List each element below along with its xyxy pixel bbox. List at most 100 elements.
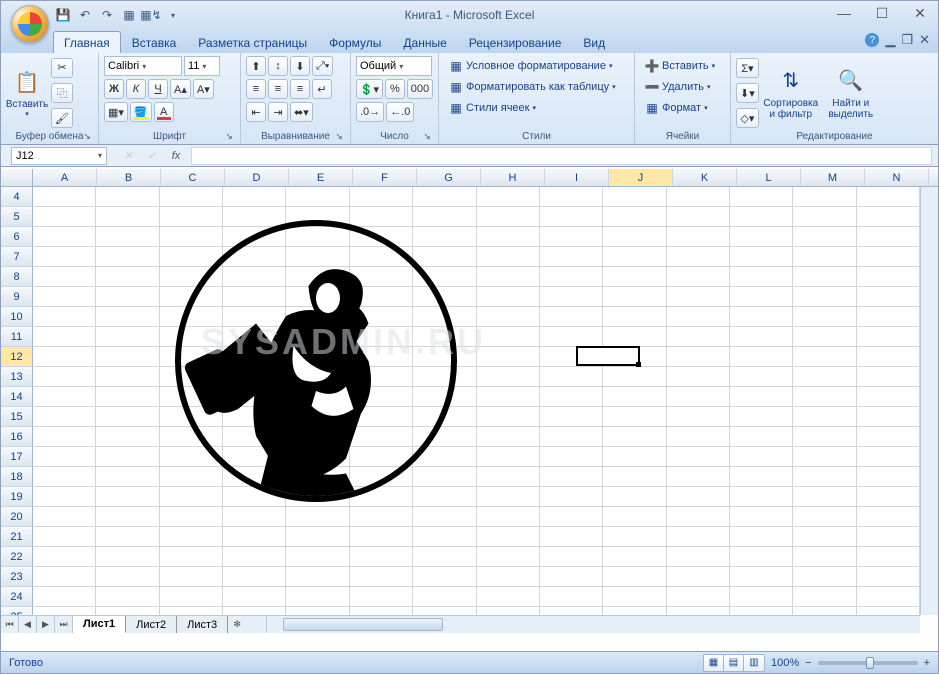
row-header[interactable]: 19: [1, 487, 33, 507]
cell[interactable]: [793, 487, 856, 507]
cell[interactable]: [96, 407, 159, 427]
save-icon[interactable]: 💾: [53, 5, 73, 25]
cell[interactable]: [667, 267, 730, 287]
cell[interactable]: [793, 467, 856, 487]
column-header[interactable]: I: [545, 169, 609, 186]
cell[interactable]: [286, 527, 349, 547]
cell[interactable]: [477, 227, 540, 247]
embedded-picture[interactable]: [156, 211, 476, 511]
column-header[interactable]: A: [33, 169, 97, 186]
column-header[interactable]: D: [225, 169, 289, 186]
cell[interactable]: [667, 407, 730, 427]
paste-button[interactable]: 📋 Вставить ▾: [6, 56, 48, 130]
cell[interactable]: [33, 567, 96, 587]
font-name-combo[interactable]: Calibri▾: [104, 56, 182, 76]
column-header[interactable]: F: [353, 169, 417, 186]
cell[interactable]: [793, 247, 856, 267]
enter-formula-icon[interactable]: ✓: [143, 147, 161, 165]
row-header[interactable]: 10: [1, 307, 33, 327]
cell[interactable]: [33, 347, 96, 367]
sheet-nav-last[interactable]: ⏭: [55, 616, 73, 633]
cell[interactable]: [540, 247, 603, 267]
clear-button[interactable]: ◇▾: [736, 108, 759, 128]
cell[interactable]: [540, 367, 603, 387]
cell[interactable]: [603, 607, 666, 615]
increase-decimal-button[interactable]: .0→: [356, 102, 384, 122]
cell[interactable]: [857, 527, 920, 547]
bold-button[interactable]: Ж: [104, 79, 124, 99]
qat-custom-2[interactable]: ▦↯: [141, 5, 161, 25]
cell[interactable]: [667, 527, 730, 547]
cell[interactable]: [667, 207, 730, 227]
cell[interactable]: [603, 547, 666, 567]
cell[interactable]: [793, 367, 856, 387]
cell[interactable]: [603, 427, 666, 447]
orientation-button[interactable]: ⤢▾: [312, 56, 333, 76]
cell[interactable]: [413, 187, 476, 207]
cell[interactable]: [223, 547, 286, 567]
cell[interactable]: [603, 307, 666, 327]
cell[interactable]: [477, 207, 540, 227]
cell[interactable]: [540, 227, 603, 247]
column-header[interactable]: J: [609, 169, 673, 186]
currency-button[interactable]: 💲▾: [356, 79, 383, 99]
cell[interactable]: [160, 527, 223, 547]
cell[interactable]: [857, 287, 920, 307]
shrink-font-button[interactable]: A▾: [193, 79, 214, 99]
cell[interactable]: [413, 547, 476, 567]
cell[interactable]: [857, 207, 920, 227]
cell[interactable]: [96, 587, 159, 607]
cell[interactable]: [33, 407, 96, 427]
cell[interactable]: [350, 187, 413, 207]
cell[interactable]: [793, 307, 856, 327]
cell[interactable]: [857, 587, 920, 607]
cell[interactable]: [857, 607, 920, 615]
cell[interactable]: [603, 227, 666, 247]
clipboard-launcher-icon[interactable]: ↘: [81, 131, 93, 143]
cell[interactable]: [350, 587, 413, 607]
cell[interactable]: [477, 387, 540, 407]
tab-insert[interactable]: Вставка: [121, 31, 188, 53]
cell[interactable]: [667, 227, 730, 247]
cell[interactable]: [540, 527, 603, 547]
cell[interactable]: [477, 447, 540, 467]
cell[interactable]: [33, 227, 96, 247]
cell[interactable]: [96, 187, 159, 207]
cell[interactable]: [730, 607, 793, 615]
cell[interactable]: [477, 307, 540, 327]
cell[interactable]: [477, 507, 540, 527]
grow-font-button[interactable]: A▴: [170, 79, 191, 99]
cell[interactable]: [96, 607, 159, 615]
cell[interactable]: [413, 587, 476, 607]
row-header[interactable]: 12: [1, 347, 33, 367]
cell[interactable]: [730, 247, 793, 267]
view-page-layout-button[interactable]: ▤: [724, 655, 744, 671]
cell[interactable]: [540, 267, 603, 287]
percent-button[interactable]: %: [385, 79, 405, 99]
workbook-restore-icon[interactable]: ❐: [901, 32, 913, 48]
cell[interactable]: [793, 567, 856, 587]
cell[interactable]: [33, 507, 96, 527]
cell[interactable]: [603, 187, 666, 207]
cell[interactable]: [96, 387, 159, 407]
cell[interactable]: [540, 427, 603, 447]
cell[interactable]: [477, 547, 540, 567]
cell[interactable]: [730, 487, 793, 507]
select-all-corner[interactable]: [1, 169, 33, 186]
row-header[interactable]: 8: [1, 267, 33, 287]
cell[interactable]: [857, 447, 920, 467]
number-format-combo[interactable]: Общий▾: [356, 56, 432, 76]
cell[interactable]: [793, 607, 856, 615]
cell[interactable]: [540, 187, 603, 207]
cell[interactable]: [857, 267, 920, 287]
cell[interactable]: [603, 287, 666, 307]
maximize-button[interactable]: ☐: [868, 3, 896, 23]
cell[interactable]: [793, 187, 856, 207]
cell[interactable]: [160, 587, 223, 607]
cell[interactable]: [667, 587, 730, 607]
cell[interactable]: [286, 187, 349, 207]
cell[interactable]: [730, 267, 793, 287]
row-header[interactable]: 22: [1, 547, 33, 567]
cell[interactable]: [96, 347, 159, 367]
row-header[interactable]: 13: [1, 367, 33, 387]
